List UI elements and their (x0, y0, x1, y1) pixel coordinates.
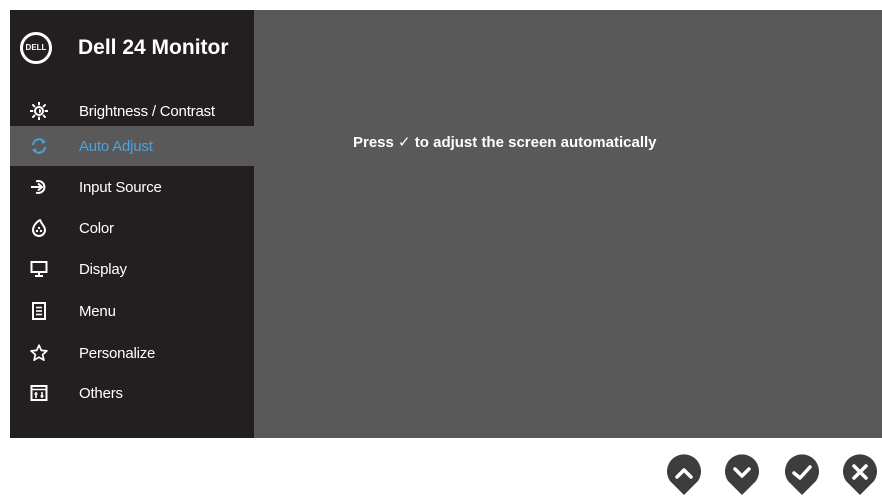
menu-label-personalize: Personalize (79, 345, 156, 362)
menu-label-menu: Menu (79, 303, 116, 320)
osd-panel: DELL Dell 24 Monitor Brightness / Contra… (10, 10, 882, 438)
down-button[interactable] (722, 454, 762, 496)
menu-item-color[interactable]: Color (10, 208, 254, 248)
menu-label-input-source: Input Source (79, 179, 162, 196)
auto-adjust-icon (30, 137, 48, 155)
close-icon (843, 454, 877, 495)
exit-button[interactable] (840, 454, 880, 496)
star-icon (30, 344, 48, 362)
menu-label-brightness-contrast: Brightness / Contrast (79, 103, 215, 120)
display-icon (30, 260, 48, 278)
monitor-screen: DELL Dell 24 Monitor Brightness / Contra… (0, 0, 882, 500)
osd-button-bar (0, 454, 882, 500)
auto-adjust-message: Press ✓ to adjust the screen automatical… (353, 134, 657, 151)
brightness-icon (30, 102, 48, 120)
menu-item-menu[interactable]: Menu (10, 291, 254, 331)
osd-sidebar: DELL Dell 24 Monitor Brightness / Contra… (10, 10, 254, 438)
menu-item-others[interactable]: Others (10, 373, 254, 413)
menu-label-color: Color (79, 220, 114, 237)
menu-item-brightness-contrast[interactable]: Brightness / Contrast (10, 91, 254, 131)
others-icon (30, 384, 48, 402)
menu-label-auto-adjust: Auto Adjust (79, 138, 153, 155)
brand-title: Dell 24 Monitor (78, 36, 229, 59)
menu-item-personalize[interactable]: Personalize (10, 333, 254, 373)
menu-label-others: Others (79, 385, 123, 402)
ok-button[interactable] (782, 454, 822, 496)
menu-icon (30, 302, 48, 320)
input-source-icon (30, 178, 48, 196)
dell-logo: DELL (20, 32, 52, 64)
menu-item-display[interactable]: Display (10, 249, 254, 289)
brand-header: DELL Dell 24 Monitor (10, 10, 254, 88)
up-button[interactable] (664, 454, 704, 496)
chevron-down-icon (725, 454, 759, 495)
color-icon (30, 219, 48, 237)
menu-item-input-source[interactable]: Input Source (10, 167, 254, 207)
check-icon (785, 454, 819, 495)
chevron-up-icon (667, 454, 701, 495)
menu-label-display: Display (79, 261, 127, 278)
menu-item-auto-adjust[interactable]: Auto Adjust (10, 126, 254, 166)
